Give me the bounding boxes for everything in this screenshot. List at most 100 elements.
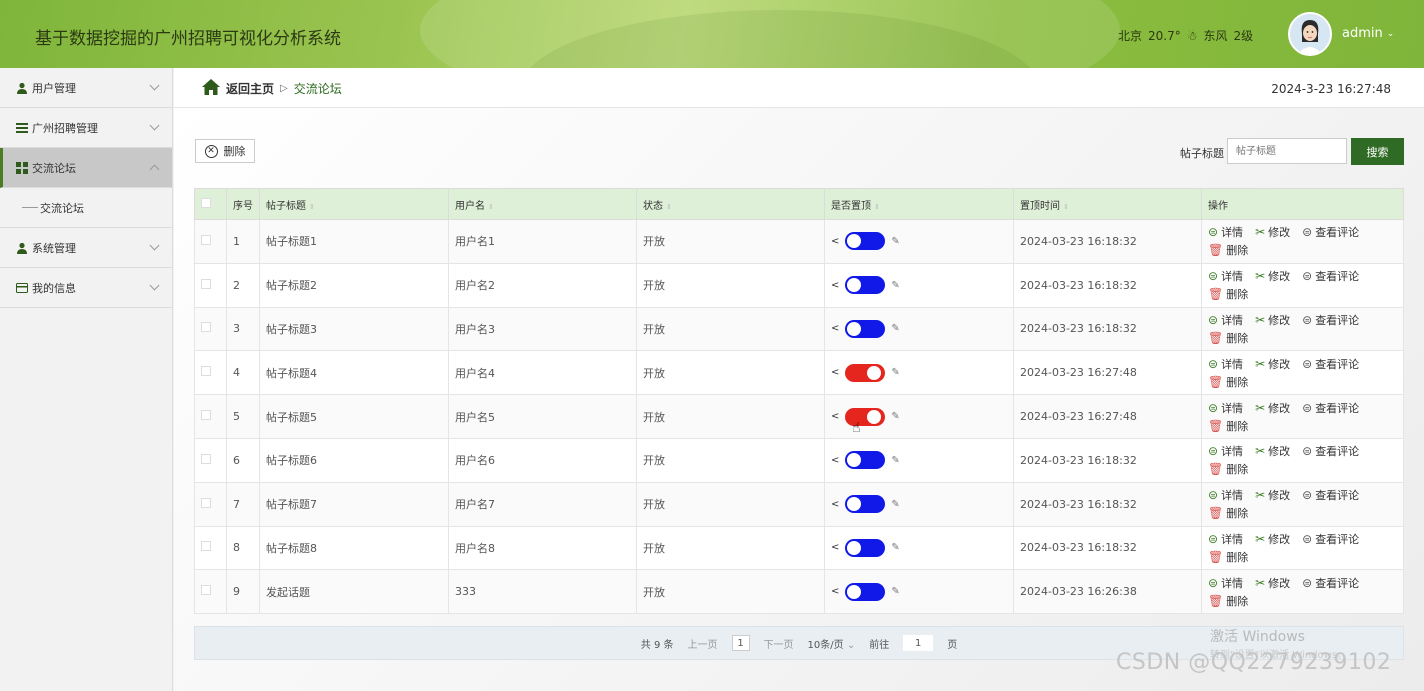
detail-button[interactable]: ⊜ 详情 [1208,443,1243,459]
breadcrumb-home[interactable]: 返回主页 [226,80,274,97]
pin-toggle[interactable] [845,363,886,382]
view-comments-button[interactable]: ⊜ 查看评论 [1302,400,1359,416]
toggle-knob [867,365,882,380]
column-header[interactable]: 状态 ⇕ [636,188,825,220]
delete-button[interactable]: 🗑 删除 [1208,330,1248,346]
row-checkbox[interactable] [201,278,211,289]
sort-icon[interactable]: ⇕ [488,203,494,211]
sort-icon[interactable]: ⇕ [874,203,880,211]
page-size-select[interactable]: 10条/页 ⌄ [808,636,856,651]
view-comments-button[interactable]: ⊜ 查看评论 [1302,268,1359,284]
row-select-cell[interactable] [194,219,227,264]
search-button[interactable]: 搜索 [1351,138,1404,165]
trash-icon: 🗑 [1208,549,1224,564]
pager-goto-input[interactable]: 1 [903,635,934,651]
view-comments-button[interactable]: ⊜ 查看评论 [1302,312,1359,328]
select-all-cell[interactable] [194,188,227,220]
row-select-cell[interactable] [194,262,227,308]
sort-icon[interactable]: ⇕ [1063,203,1069,211]
edit-button[interactable]: ✂ 修改 [1255,400,1290,416]
pin-toggle[interactable] [845,276,886,295]
row-checkbox[interactable] [201,366,211,377]
sidebar-item-system-management[interactable]: 系统管理 [0,228,172,268]
edit-button[interactable]: ✂ 修改 [1255,356,1290,372]
pager-page-number[interactable]: 1 [731,635,750,651]
sidebar-item-my-info[interactable]: 我的信息 [0,268,172,308]
post-status: 开放 [636,437,825,483]
row-select-cell[interactable] [194,306,227,352]
detail-button[interactable]: ⊜ 详情 [1208,400,1243,416]
row-select-cell[interactable] [194,525,227,571]
column-header[interactable]: 是否置顶 ⇕ [824,188,1014,220]
column-header: 序号 [226,188,260,220]
batch-delete-button[interactable]: ✕ 删除 [195,139,255,163]
row-checkbox[interactable] [201,322,211,333]
row-select-cell[interactable] [194,350,227,396]
search-input[interactable] [1227,138,1347,164]
pin-toggle[interactable] [845,538,886,557]
edit-button[interactable]: ✂ 修改 [1255,487,1290,503]
delete-button[interactable]: 🗑 删除 [1208,242,1248,258]
post-title: 帖子标题3 [259,306,449,352]
row-checkbox[interactable] [201,453,211,464]
edit-button[interactable]: ✂ 修改 [1255,268,1290,284]
view-comments-button[interactable]: ⊜ 查看评论 [1302,356,1359,372]
delete-button[interactable]: 🗑 删除 [1208,505,1248,521]
row-checkbox[interactable] [201,234,211,245]
detail-button[interactable]: ⊜ 详情 [1208,356,1243,372]
edit-button[interactable]: ✂ 修改 [1255,575,1290,591]
column-header[interactable]: 帖子标题 ⇕ [259,188,449,220]
sidebar-item-recruit-management[interactable]: 广州招聘管理 [0,108,172,148]
row-select-cell[interactable] [194,481,227,527]
detail-button[interactable]: ⊜ 详情 [1208,487,1243,503]
column-header[interactable]: 置顶时间 ⇕ [1013,188,1202,220]
sort-icon[interactable]: ⇕ [666,203,672,211]
column-header[interactable]: 用户名 ⇕ [448,188,637,220]
pin-toggle[interactable] [845,451,886,470]
view-comments-button[interactable]: ⊜ 查看评论 [1302,487,1359,503]
detail-button[interactable]: ⊜ 详情 [1208,575,1243,591]
row-checkbox[interactable] [201,497,211,508]
detail-button[interactable]: ⊜ 详情 [1208,531,1243,547]
sidebar-item-forum[interactable]: 交流论坛 [0,148,172,188]
pin-toggle[interactable] [845,582,886,601]
sidebar-subitem-forum[interactable]: 交流论坛 [0,188,172,228]
edit-button[interactable]: ✂ 修改 [1255,443,1290,459]
delete-button[interactable]: 🗑 删除 [1208,461,1248,477]
row-checkbox[interactable] [201,585,211,596]
sort-icon[interactable]: ⇕ [309,203,315,211]
row-checkbox[interactable] [201,410,211,421]
row-checkbox[interactable] [201,541,211,552]
pin-toggle[interactable] [845,319,886,338]
detail-button[interactable]: ⊜ 详情 [1208,224,1243,240]
sidebar-item-user-management[interactable]: 用户管理 [0,68,172,108]
detail-button[interactable]: ⊜ 详情 [1208,268,1243,284]
home-icon[interactable] [202,79,220,98]
pager-next-button[interactable]: 下一页 [764,636,794,651]
row-select-cell[interactable] [194,569,227,615]
delete-button[interactable]: 🗑 删除 [1208,593,1248,609]
delete-button[interactable]: 🗑 删除 [1208,418,1248,434]
avatar[interactable] [1288,12,1332,56]
view-comments-button[interactable]: ⊜ 查看评论 [1302,575,1359,591]
edit-button[interactable]: ✂ 修改 [1255,531,1290,547]
edit-button[interactable]: ✂ 修改 [1255,312,1290,328]
row-select-cell[interactable] [194,394,227,439]
pin-toggle[interactable] [845,495,886,514]
row-select-cell[interactable] [194,437,227,483]
pager-prev-button[interactable]: 上一页 [688,636,718,651]
select-all-checkbox[interactable] [201,197,211,208]
tools-icon: ✂ [1255,400,1266,415]
edit-button[interactable]: ✂ 修改 [1255,224,1290,240]
view-comments-button[interactable]: ⊜ 查看评论 [1302,224,1359,240]
view-comments-button[interactable]: ⊜ 查看评论 [1302,531,1359,547]
table-header-row: 序号 帖子标题 ⇕ 用户名 ⇕ 状态 ⇕ 是否置顶 ⇕ 置顶时间 ⇕ 操作 [194,188,1404,220]
view-comments-button[interactable]: ⊜ 查看评论 [1302,443,1359,459]
delete-button[interactable]: 🗑 删除 [1208,286,1248,302]
pin-toggle[interactable] [845,232,886,251]
detail-button[interactable]: ⊜ 详情 [1208,312,1243,328]
tools-icon: ✂ [1255,531,1266,546]
delete-button[interactable]: 🗑 删除 [1208,374,1248,390]
delete-button[interactable]: 🗑 删除 [1208,549,1248,565]
user-menu[interactable]: admin ⌄ [1342,26,1394,41]
